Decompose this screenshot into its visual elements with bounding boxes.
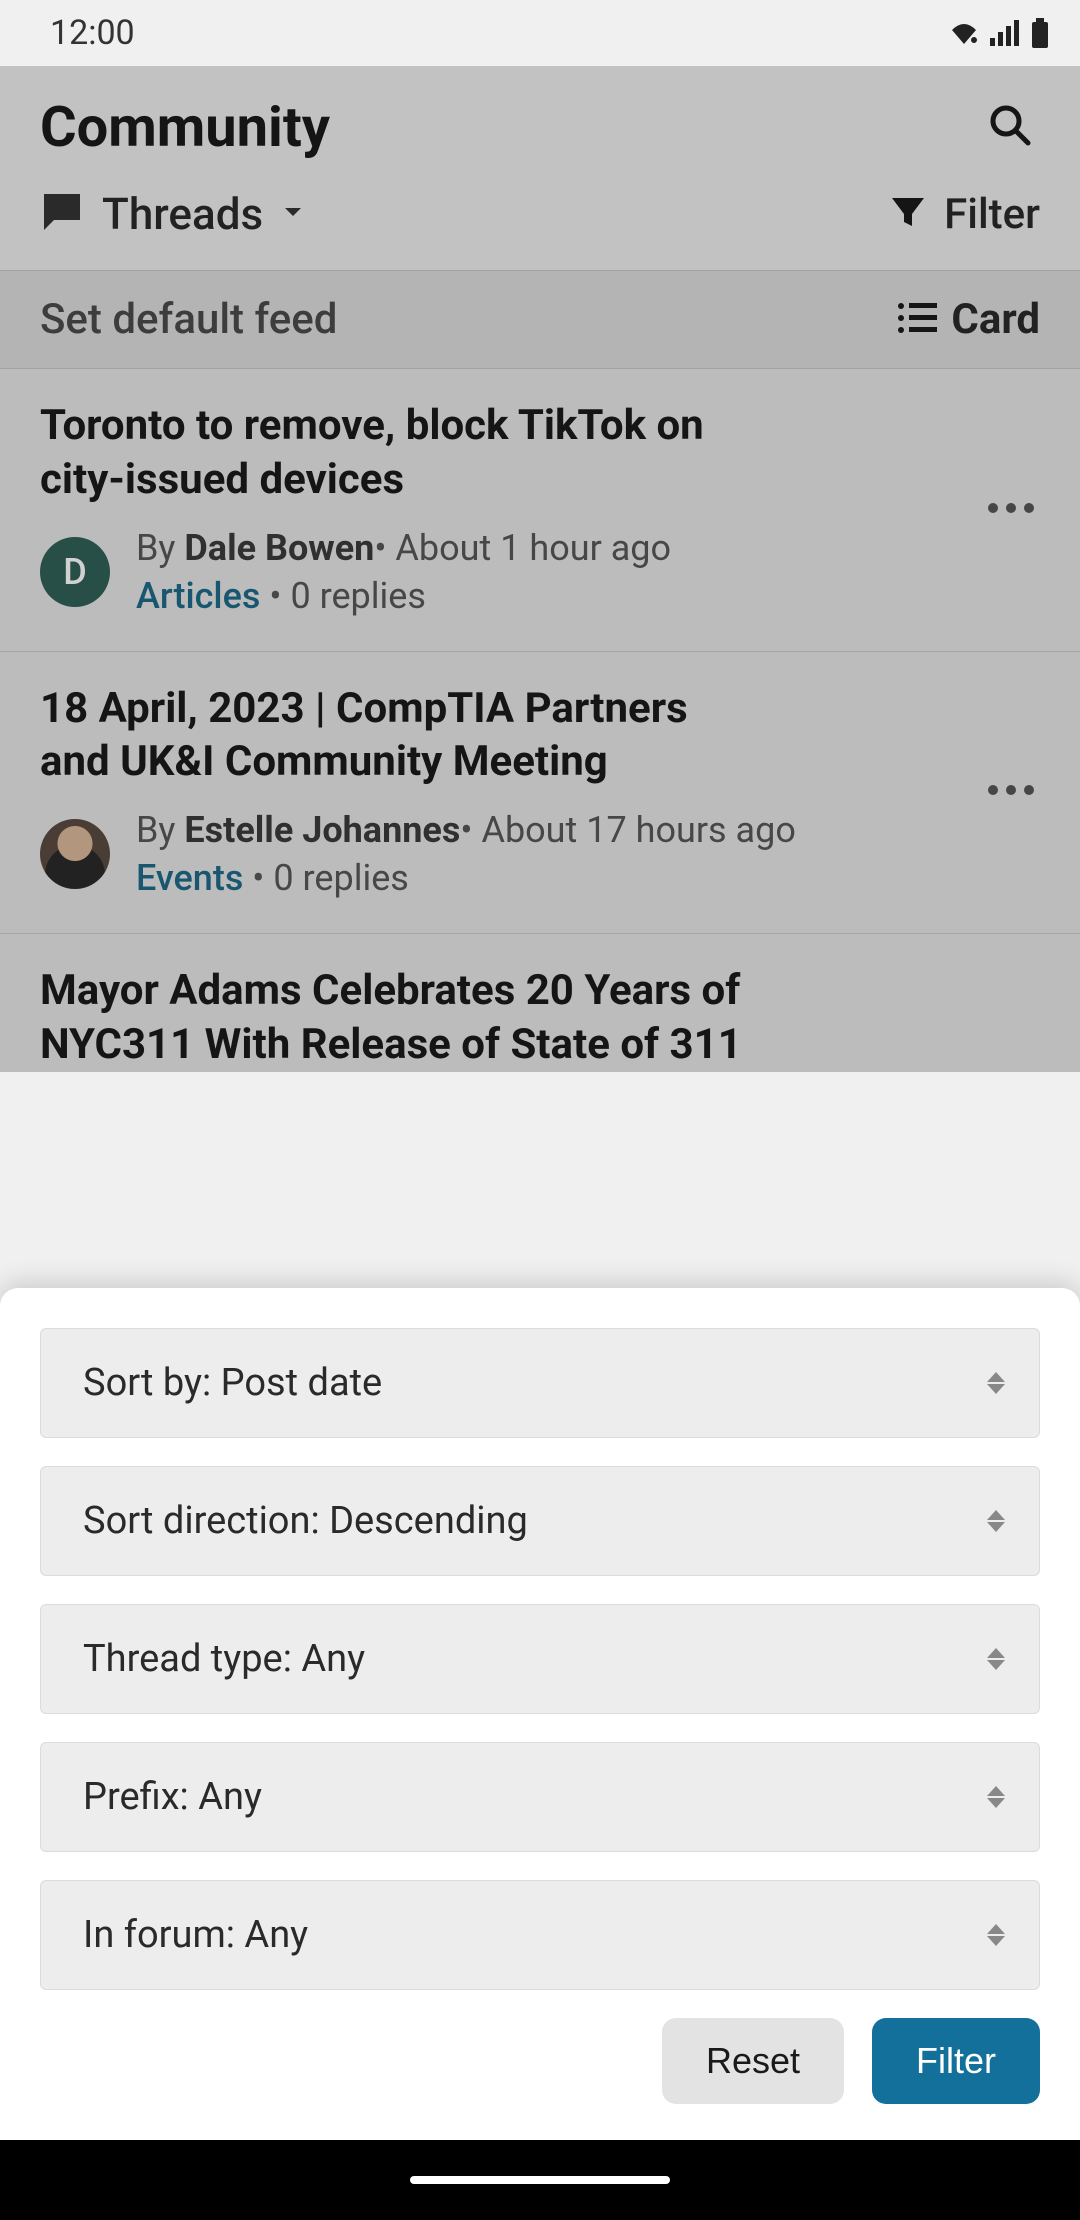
select-label: In forum: Any — [83, 1913, 308, 1957]
funnel-icon — [890, 194, 926, 234]
chevron-down-icon — [281, 200, 305, 228]
thread-title: Toronto to remove, block TikTok on city-… — [40, 399, 760, 507]
thread-category-line: Events • 0 replies — [136, 857, 796, 899]
sort-direction-select[interactable]: Sort direction: Descending — [40, 1466, 1040, 1576]
thread-title: 18 April, 2023 | CompTIA Partners and UK… — [40, 682, 760, 790]
avatar[interactable] — [40, 819, 110, 889]
wifi-icon — [948, 20, 980, 46]
signal-icon — [990, 20, 1020, 46]
thread-byline: By Estelle Johannes• About 17 hours ago — [136, 809, 796, 851]
more-icon — [988, 503, 1034, 513]
thread-item[interactable]: 18 April, 2023 | CompTIA Partners and UK… — [0, 652, 1080, 935]
navigation-bar — [0, 2140, 1080, 2220]
status-icons — [948, 18, 1050, 48]
filter-label: Filter — [944, 190, 1040, 239]
in-forum-select[interactable]: In forum: Any — [40, 1880, 1040, 1990]
status-bar: 12:00 — [0, 0, 1080, 66]
search-button[interactable] — [980, 97, 1040, 157]
battery-icon — [1030, 18, 1050, 48]
thread-list: Toronto to remove, block TikTok on city-… — [0, 369, 1080, 1072]
apply-filter-button[interactable]: Filter — [872, 2018, 1040, 2104]
view-mode-label: Card — [951, 295, 1040, 344]
prefix-select[interactable]: Prefix: Any — [40, 1742, 1040, 1852]
sort-icon — [987, 1372, 1005, 1394]
view-toggle[interactable]: Card — [897, 295, 1040, 344]
home-indicator[interactable] — [410, 2176, 670, 2184]
reset-button[interactable]: Reset — [662, 2018, 844, 2104]
thread-title: Mayor Adams Celebrates 20 Years of NYC31… — [40, 964, 760, 1072]
threads-dropdown[interactable]: Threads — [40, 188, 305, 240]
tabs-row: Threads Filter — [0, 178, 1080, 270]
thread-category-line: Articles • 0 replies — [136, 575, 671, 617]
filter-button[interactable]: Filter — [890, 190, 1040, 239]
select-label: Prefix: Any — [83, 1775, 262, 1819]
page-title: Community — [40, 94, 330, 160]
filter-sheet: Sort by: Post date Sort direction: Desce… — [0, 1288, 1080, 2140]
set-default-feed-link[interactable]: Set default feed — [40, 295, 337, 344]
select-label: Sort by: Post date — [83, 1361, 382, 1405]
select-label: Thread type: Any — [83, 1637, 365, 1681]
thread-byline: By Dale Bowen• About 1 hour ago — [136, 527, 671, 569]
more-button[interactable] — [982, 775, 1040, 805]
avatar[interactable]: D — [40, 537, 110, 607]
chat-icon — [40, 190, 84, 238]
more-button[interactable] — [982, 493, 1040, 523]
default-feed-row: Set default feed Card — [0, 270, 1080, 369]
thread-item[interactable]: Toronto to remove, block TikTok on city-… — [0, 369, 1080, 652]
thread-category-link[interactable]: Articles — [136, 575, 260, 617]
sort-icon — [987, 1786, 1005, 1808]
more-icon — [988, 785, 1034, 795]
status-time: 12:00 — [30, 13, 135, 53]
thread-category-link[interactable]: Events — [136, 857, 243, 899]
list-icon — [897, 301, 937, 339]
app-header: Community — [0, 66, 1080, 178]
search-icon — [986, 101, 1034, 153]
sort-icon — [987, 1510, 1005, 1532]
sort-by-select[interactable]: Sort by: Post date — [40, 1328, 1040, 1438]
threads-label: Threads — [102, 188, 263, 240]
sort-icon — [987, 1648, 1005, 1670]
select-label: Sort direction: Descending — [83, 1499, 528, 1543]
sort-icon — [987, 1924, 1005, 1946]
thread-item[interactable]: Mayor Adams Celebrates 20 Years of NYC31… — [0, 934, 1080, 1072]
thread-type-select[interactable]: Thread type: Any — [40, 1604, 1040, 1714]
